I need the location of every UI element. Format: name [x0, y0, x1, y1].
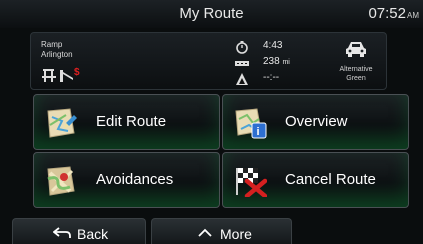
route-info-panel[interactable]: Ramp Arlington $ 4:43 238 mi --:-- Alter…: [30, 32, 387, 90]
page-title: My Route: [179, 5, 244, 22]
toll-road-icon: $: [60, 67, 80, 82]
avoidances-label: Avoidances: [96, 171, 174, 188]
clock-time: 07:52: [368, 5, 406, 22]
car-icon: [346, 42, 366, 57]
duration-row: 4:43: [235, 39, 307, 55]
overview-button[interactable]: i Overview: [222, 94, 409, 150]
eta-row: --:--: [235, 71, 307, 87]
road-warning-icons: $: [42, 67, 80, 82]
duration-value: 4:43: [263, 40, 283, 51]
distance-row: 238 mi: [235, 55, 307, 71]
back-arrow-icon: [53, 227, 71, 238]
clock: 07:52AM: [368, 5, 419, 22]
overview-map-icon: i: [235, 108, 267, 139]
cancel-route-flag-icon: [236, 168, 267, 197]
edit-route-icon: [47, 108, 77, 138]
distance-unit: mi: [282, 59, 290, 66]
stopwatch-icon: [236, 41, 248, 54]
highway-icon: [42, 69, 56, 82]
title-bar: My Route 07:52AM: [0, 0, 423, 28]
route-method-profile: Green: [346, 75, 366, 82]
road-distance-icon: [235, 61, 249, 66]
avoidances-button[interactable]: Avoidances: [33, 152, 220, 208]
overview-label: Overview: [285, 113, 348, 130]
distance-value: 238 mi: [263, 56, 290, 67]
cancel-route-label: Cancel Route: [285, 171, 376, 188]
svg-text:$: $: [74, 67, 80, 78]
edit-route-button[interactable]: Edit Route: [33, 94, 220, 150]
edit-route-label: Edit Route: [96, 113, 167, 130]
more-label: More: [220, 226, 252, 242]
route-method-type: Alternative: [339, 66, 373, 73]
trip-stats: 4:43 238 mi --:--: [235, 39, 307, 87]
avoidances-icon: [47, 166, 75, 196]
cancel-route-button[interactable]: Cancel Route: [222, 152, 409, 208]
road-info: Ramp Arlington: [41, 40, 73, 60]
route-method: Alternative Green: [331, 40, 381, 83]
chevron-up-icon: [198, 228, 212, 237]
back-label: Back: [77, 226, 109, 242]
route-method-label: Alternative Green: [331, 65, 381, 83]
destination-flag-icon: [236, 73, 248, 85]
clock-ampm: AM: [407, 11, 419, 20]
svg-text:i: i: [257, 126, 260, 138]
road-type: Ramp: [41, 40, 63, 49]
distance-number: 238: [263, 56, 280, 67]
road-name: Arlington: [41, 50, 73, 59]
eta-value: --:--: [263, 72, 280, 83]
more-button[interactable]: More: [151, 218, 292, 244]
back-button[interactable]: Back: [12, 218, 146, 244]
